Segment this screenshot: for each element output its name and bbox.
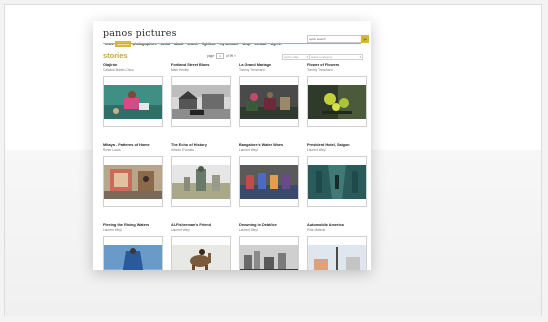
- photo-flowers-icon: [308, 85, 366, 119]
- story-author: Tommy Trenchard: [239, 67, 265, 72]
- story-author: Laurent Weyl: [239, 227, 258, 232]
- category-select[interactable]: select a category ▾: [309, 54, 363, 60]
- story-card[interactable]: Drowning in Debt/ice Laurent Weyl: [239, 223, 299, 270]
- story-author: Piotr Malecki: [307, 227, 326, 232]
- story-author: Laurent Weyl: [103, 227, 122, 232]
- story-thumbnail[interactable]: [307, 76, 367, 127]
- nav-item-news[interactable]: news: [103, 41, 115, 47]
- story-thumbnail[interactable]: [171, 156, 231, 207]
- story-thumbnail[interactable]: [239, 156, 299, 207]
- story-card[interactable]: Automobile America Piotr Malecki: [307, 223, 367, 270]
- story-thumbnail[interactable]: [103, 236, 163, 270]
- nav-item-lightbox[interactable]: lightbox: [200, 41, 217, 47]
- main-nav: news stories photographers social about …: [103, 39, 283, 49]
- story-thumbnail[interactable]: [239, 236, 299, 270]
- sort-select-label: sort by date: [284, 55, 299, 59]
- story-grid: Olajirón Catalina Martin-Chico Fortland …: [103, 63, 367, 270]
- pager-suffix[interactable]: of 99 »: [226, 54, 236, 58]
- photo-street-houses-icon: [172, 85, 230, 119]
- story-card[interactable]: Olajirón Catalina Martin-Chico: [103, 63, 163, 137]
- nav-item-my-account[interactable]: my account: [218, 41, 241, 47]
- category-select-label: select a category: [311, 55, 333, 59]
- photo-children-pool-icon: [104, 85, 162, 119]
- story-card[interactable]: Fleeing the Rising Waters Laurent Weyl: [103, 223, 163, 270]
- photo-camel-icon: [172, 245, 230, 270]
- photo-palm-street-icon: [308, 245, 366, 270]
- story-author: Tommy Trenchard: [307, 67, 333, 72]
- nav-item-search[interactable]: search: [185, 41, 200, 47]
- story-card[interactable]: Flower of Flowers Tommy Trenchard: [307, 63, 367, 137]
- story-card[interactable]: Mitaya - Patterns of Home Rosie Lucas: [103, 143, 163, 217]
- photo-monument-icon: [172, 165, 230, 199]
- story-thumbnail[interactable]: [307, 156, 367, 207]
- story-author: Rosie Lucas: [103, 147, 121, 152]
- sort-select[interactable]: sort by date ▾: [282, 54, 310, 60]
- browser-page: panos pictures quick search go news stor…: [93, 21, 371, 270]
- page-number-input[interactable]: 1: [216, 53, 225, 59]
- story-author: Laurent Weyl: [171, 227, 190, 232]
- photo-blue-sky-figure-icon: [104, 245, 162, 270]
- story-card[interactable]: Fortland Street Blues Mark Henley: [171, 63, 231, 137]
- photo-wedding-crowd-icon: [240, 85, 298, 119]
- story-thumbnail[interactable]: [171, 76, 231, 127]
- search-go-button[interactable]: go: [361, 35, 369, 43]
- photo-water-queue-icon: [240, 165, 298, 199]
- pager-prefix: page: [207, 54, 215, 58]
- story-thumbnail[interactable]: [103, 76, 163, 127]
- nav-item-sign-in[interactable]: sign in: [269, 41, 284, 47]
- nav-item-photographers[interactable]: photographers: [131, 41, 159, 47]
- pagination: page 1 of 99 »: [207, 53, 236, 59]
- chevron-down-icon: ▾: [359, 55, 361, 59]
- story-author: Alfredo D'Amato: [171, 147, 195, 152]
- story-thumbnail[interactable]: [307, 236, 367, 270]
- story-thumbnail[interactable]: [103, 156, 163, 207]
- story-thumbnail[interactable]: [171, 236, 231, 270]
- site-logo[interactable]: panos pictures: [103, 28, 177, 39]
- nav-item-contact[interactable]: contact: [252, 41, 268, 47]
- story-card[interactable]: Bangalore's Water Woes Laurent Weyl: [239, 143, 299, 217]
- story-author: Laurent Weyl: [239, 147, 258, 152]
- header-divider: [103, 43, 361, 44]
- story-card[interactable]: La Grand Mariage Tommy Trenchard: [239, 63, 299, 137]
- story-author: Laurent Weyl: [307, 147, 326, 152]
- photo-painted-wall-icon: [104, 165, 162, 199]
- story-card[interactable]: The Echo of History Alfredo D'Amato: [171, 143, 231, 217]
- photo-city-skyline-icon: [240, 245, 298, 270]
- story-author: Catalina Martin-Chico: [103, 67, 134, 72]
- chevron-down-icon: ▾: [306, 55, 308, 59]
- photo-hotel-corridor-icon: [308, 165, 366, 199]
- nav-item-social[interactable]: social: [159, 41, 173, 47]
- nav-item-about[interactable]: about: [172, 41, 185, 47]
- search-input[interactable]: quick search: [307, 35, 364, 43]
- nav-item-stories[interactable]: stories: [115, 41, 131, 47]
- page-title: stories: [103, 51, 128, 60]
- story-thumbnail[interactable]: [239, 76, 299, 127]
- story-card[interactable]: Al-Fisherman's Friend Laurent Weyl: [171, 223, 231, 270]
- story-card[interactable]: President Hotel, Saigon Laurent Weyl: [307, 143, 367, 217]
- nav-item-shop[interactable]: shop: [240, 41, 252, 47]
- story-author: Mark Henley: [171, 67, 189, 72]
